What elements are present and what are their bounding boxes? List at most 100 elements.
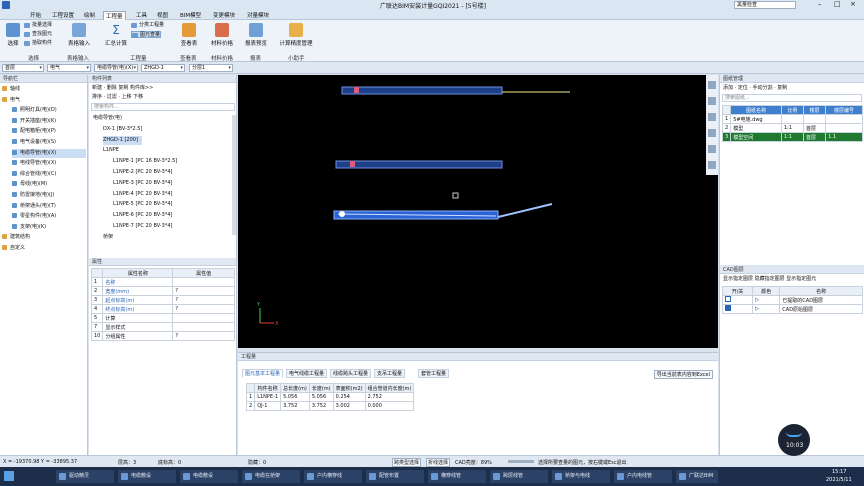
- floor-select[interactable]: 首层: [2, 64, 44, 72]
- taskbar-app[interactable]: 电缆敷设: [180, 470, 238, 483]
- property-value[interactable]: ?: [172, 286, 235, 296]
- drawing-row[interactable]: 1 5#电施.dwg: [721, 114, 863, 124]
- nav-item[interactable]: 建筑结构: [2, 233, 86, 242]
- qty-tab[interactable]: 支吊工程量: [374, 369, 406, 378]
- complist-search[interactable]: 搜索构件...: [91, 103, 235, 111]
- accuracy-mgmt-button[interactable]: 计算精度管理: [276, 23, 316, 47]
- layer-select[interactable]: 分层1: [189, 64, 233, 72]
- nav-item[interactable]: 配电箱柜(电)(P): [12, 127, 86, 136]
- property-row[interactable]: 7 显示样式: [90, 322, 235, 332]
- taskbar-app[interactable]: 户内电线管: [614, 470, 672, 483]
- minimize-icon[interactable]: –: [818, 0, 822, 8]
- drawing-toolbar[interactable]: 添加 · 定位 · 手动分割 · 复制: [720, 84, 864, 93]
- rotate-icon[interactable]: [708, 113, 716, 121]
- nav-item[interactable]: 自定义: [2, 244, 86, 253]
- component-tree-item[interactable]: L1NPE: [103, 146, 123, 155]
- maximize-icon[interactable]: □: [834, 0, 841, 8]
- property-row[interactable]: 10 分组属性?: [90, 331, 235, 341]
- floating-clock-widget[interactable]: 10:03: [778, 424, 810, 456]
- drawing-search[interactable]: 搜索图纸...: [722, 94, 862, 102]
- cad-layer-row[interactable]: ▷ CAD原始图层: [721, 304, 863, 314]
- table-input-button[interactable]: 表格输入: [64, 23, 94, 47]
- complist-toolbar-2[interactable]: 排序 · 过滤 · 上移 下移: [89, 93, 237, 102]
- nav-item[interactable]: 综合管线(电)(C): [12, 170, 86, 179]
- property-row[interactable]: 1 名称: [90, 277, 235, 287]
- select-button[interactable]: 选择: [4, 23, 22, 47]
- nav-item[interactable]: 电线导管(电)(X): [12, 159, 86, 168]
- property-value[interactable]: ?: [172, 304, 235, 314]
- expand-arrow-icon[interactable]: ▷: [755, 306, 759, 312]
- cable-tray-bottom[interactable]: [333, 203, 553, 220]
- brightness-slider[interactable]: [508, 460, 534, 463]
- nav-item[interactable]: 零星构件(电)(A): [12, 212, 86, 221]
- property-value[interactable]: ?: [172, 331, 235, 341]
- cad-toolbar[interactable]: 显示指定图层 隐藏指定图层 显示指定图元: [720, 275, 864, 284]
- menu-quantity[interactable]: 工程量: [103, 11, 126, 20]
- property-value[interactable]: ?: [172, 295, 235, 305]
- menu-draw[interactable]: 绘制: [82, 11, 97, 19]
- property-value[interactable]: [172, 313, 235, 323]
- nav-item[interactable]: 母线(电)(M): [12, 180, 86, 189]
- component-tree-item[interactable]: 桥架: [103, 233, 117, 242]
- cable-tray-top[interactable]: [341, 86, 570, 95]
- taskbar-app[interactable]: 桥架与电线: [552, 470, 610, 483]
- nav-item[interactable]: 支架(电)(K): [12, 223, 86, 232]
- menu-reconcile-module[interactable]: 对量模块: [245, 11, 271, 19]
- complist-scrollbar[interactable]: [232, 115, 236, 235]
- component-tree-item[interactable]: ZHGD-1 [200]: [103, 135, 142, 145]
- expand-arrow-icon[interactable]: ▷: [755, 297, 759, 303]
- component-tree-item[interactable]: L1NPE-5 [PC 20 BV-3*4]: [113, 200, 176, 209]
- type-select[interactable]: 电缆导管(电)(X): [94, 64, 138, 72]
- nav-item[interactable]: 电气设备(电)(S): [12, 138, 86, 147]
- separate-qty-button[interactable]: 分类工程量: [131, 22, 164, 29]
- menu-bim-model[interactable]: BIM模型: [178, 11, 203, 19]
- taskbar-app[interactable]: 配管布置: [366, 470, 424, 483]
- drawing-row[interactable]: 2 模型 1:1 首层: [721, 123, 863, 133]
- pick-component-button[interactable]: 拾取构件: [24, 40, 52, 47]
- view-qty-button[interactable]: 图元查量: [131, 31, 162, 38]
- component-tree-item[interactable]: L1NPE-7 [PC 20 BV-3*4]: [113, 222, 176, 231]
- nav-item[interactable]: 照明灯具(电)(D): [12, 106, 86, 115]
- component-tree-item[interactable]: L1NPE-1 [PC 16 BV-3*2.5]: [113, 157, 181, 166]
- nav-item[interactable]: 电气: [2, 96, 86, 105]
- menu-project-settings[interactable]: 工程设置: [50, 11, 76, 19]
- start-icon[interactable]: [4, 471, 14, 481]
- refresh-icon[interactable]: [708, 145, 716, 153]
- property-row[interactable]: 5 计算: [90, 313, 235, 323]
- cable-tray-middle[interactable]: [335, 160, 503, 169]
- drawing-canvas[interactable]: Y X: [238, 75, 718, 348]
- component-tree-item[interactable]: L1NPE-3 [PC 20 BV-3*4]: [113, 179, 176, 188]
- component-tree-item[interactable]: 电缆导管(电): [93, 114, 126, 123]
- find-element-button[interactable]: 查找图元: [24, 31, 52, 38]
- property-row[interactable]: 2 宽度(mm)?: [90, 286, 235, 296]
- zoom-icon[interactable]: [708, 81, 716, 89]
- drawing-row[interactable]: 3 模型空间 1:1 首层 1.1: [721, 132, 863, 142]
- component-tree-item[interactable]: L1NPE-4 [PC 20 BV-3*4]: [113, 190, 176, 199]
- search-box[interactable]: 黑量检查: [734, 1, 796, 9]
- check-table-button[interactable]: 查看表: [176, 23, 202, 47]
- qty-tab[interactable]: 电气线缆工程量: [286, 369, 328, 378]
- taskbar-app[interactable]: 驱动精灵: [56, 470, 114, 483]
- property-value[interactable]: [172, 322, 235, 332]
- nav-item[interactable]: 电缆导管(电)(X): [12, 148, 86, 158]
- nav-item[interactable]: 开关插座(电)(K): [12, 117, 86, 126]
- batch-select-button[interactable]: 批量选择: [24, 22, 52, 29]
- menu-start[interactable]: 开始: [28, 11, 43, 19]
- pan-icon[interactable]: [708, 97, 716, 105]
- property-row[interactable]: 4 终点标高(m)?: [90, 304, 235, 314]
- nav-item[interactable]: 轴线: [2, 85, 86, 94]
- taskbar-app[interactable]: 跨层线管: [490, 470, 548, 483]
- property-row[interactable]: 3 起点标高(m)?: [90, 295, 235, 305]
- qty-tab[interactable]: 图元基本工程量: [242, 369, 284, 378]
- property-value[interactable]: [172, 277, 235, 287]
- component-select[interactable]: ZHGD-1: [141, 64, 185, 72]
- nav-item[interactable]: 桥架通头(电)(T): [12, 202, 86, 211]
- summary-calc-button[interactable]: Σ 汇总计算: [103, 23, 129, 47]
- layer-view-icon[interactable]: [708, 161, 716, 169]
- menu-change-module[interactable]: 变更模块: [211, 11, 237, 19]
- complist-toolbar-1[interactable]: 新建 · 删除 复制 构件库>>: [89, 84, 237, 93]
- qty-tab[interactable]: 线缆跨头工程量: [330, 369, 372, 378]
- table-row[interactable]: 1 L1NPE-1 5.056 5.056 0.254 2.752: [245, 392, 415, 402]
- nav-item[interactable]: 防雷接地(电)(J): [12, 191, 86, 200]
- taskbar-app[interactable]: 电缆敷设: [118, 470, 176, 483]
